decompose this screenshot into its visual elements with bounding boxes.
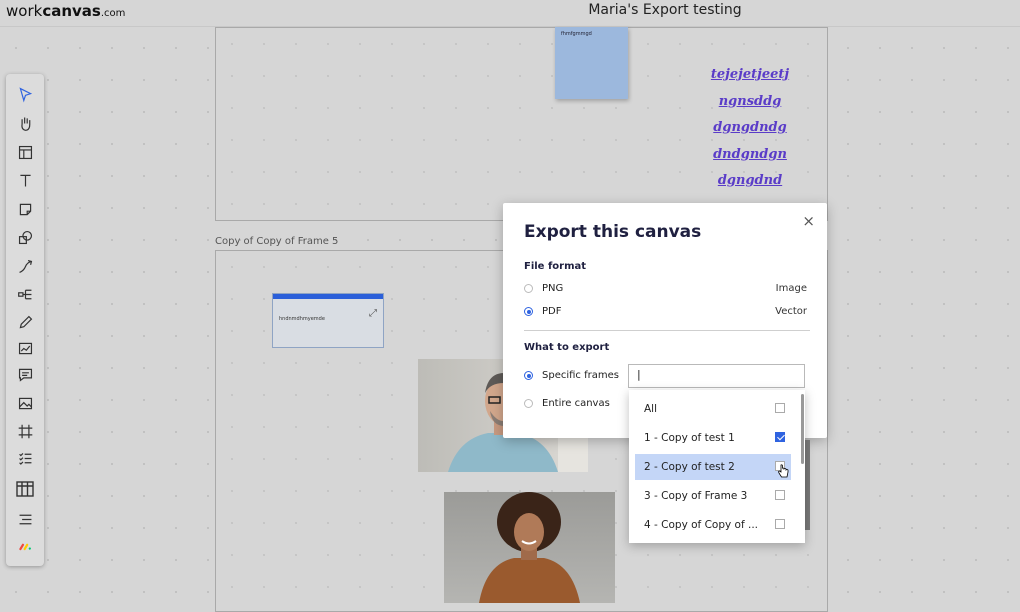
dropdown-item-frame-4[interactable]: 4 - Copy of Copy of ... — [635, 512, 791, 538]
canvas-scrollbar[interactable] — [805, 440, 810, 530]
expand-icon[interactable]: ⤢ — [369, 308, 377, 319]
connector-icon[interactable] — [13, 255, 37, 277]
handwriting-line: dgngdnd — [717, 173, 783, 188]
what-to-export-label: What to export — [524, 342, 610, 353]
frame-template-icon[interactable] — [13, 141, 37, 163]
dropdown-item-label: All — [644, 403, 658, 415]
sticky-note-text: fhmfgmmgd — [561, 31, 592, 37]
png-option[interactable]: PNG — [524, 283, 563, 294]
handwriting-line: tejejetjeetj — [710, 67, 790, 82]
select-icon[interactable] — [13, 83, 37, 105]
chart-icon[interactable] — [13, 337, 37, 359]
dropdown-item-frame-3[interactable]: 3 - Copy of Frame 3 — [635, 483, 791, 509]
png-kind: Image — [775, 283, 807, 294]
close-icon[interactable]: × — [802, 212, 815, 230]
checkbox[interactable] — [775, 519, 785, 529]
specific-frames-radio[interactable] — [524, 371, 533, 380]
logo-part-work: work — [6, 2, 43, 20]
pdf-option[interactable]: PDF — [524, 306, 561, 317]
outline-icon[interactable] — [13, 508, 37, 530]
hand-icon[interactable] — [13, 112, 37, 134]
handwriting-line: dgngdndg — [713, 120, 787, 135]
specific-frames-label: Specific frames — [542, 370, 619, 381]
dropdown-item-label: 4 - Copy of Copy of ... — [644, 519, 759, 531]
dropdown-item-label: 3 - Copy of Frame 3 — [644, 490, 748, 502]
frame-icon[interactable] — [13, 420, 37, 442]
app-logo[interactable]: workcanvas.com — [6, 2, 125, 20]
dropdown-scrollbar[interactable] — [801, 394, 804, 464]
comment-icon[interactable] — [13, 363, 37, 385]
handwriting-line: dndgndgn — [713, 146, 787, 162]
entire-canvas-label: Entire canvas — [542, 398, 610, 409]
png-radio[interactable] — [524, 284, 533, 293]
checkbox-checked[interactable] — [775, 432, 785, 442]
photo-woman[interactable] — [444, 492, 615, 603]
pdf-kind: Vector — [775, 306, 807, 317]
dropdown-item-frame-1[interactable]: 1 - Copy of test 1 — [635, 425, 791, 451]
pen-icon[interactable] — [13, 311, 37, 333]
monday-icon[interactable] — [13, 535, 37, 557]
board-title[interactable]: Maria's Export testing — [560, 2, 770, 18]
png-label: PNG — [542, 283, 564, 294]
frame-label[interactable]: Copy of Copy of Frame 5 — [215, 236, 338, 247]
doc-card[interactable]: hndnmdhmyemde ⤢ — [272, 293, 384, 348]
specific-frames-option[interactable]: Specific frames — [524, 370, 619, 381]
logo-part-domain: .com — [100, 8, 126, 19]
left-toolbar — [6, 74, 44, 566]
entire-canvas-option[interactable]: Entire canvas — [524, 398, 610, 409]
text-icon[interactable] — [13, 169, 37, 191]
hand-pointer-cursor-icon — [778, 464, 789, 478]
pdf-label: PDF — [542, 306, 562, 317]
handwriting-line: ngnsddg — [718, 93, 782, 109]
entire-canvas-radio[interactable] — [524, 399, 533, 408]
pdf-radio[interactable] — [524, 307, 533, 316]
checklist-icon[interactable] — [13, 447, 37, 469]
sticky-note-icon[interactable] — [13, 198, 37, 220]
checkbox[interactable] — [775, 490, 785, 500]
dialog-divider — [524, 330, 810, 331]
shapes-icon[interactable] — [13, 226, 37, 248]
dropdown-item-frame-2[interactable]: 2 - Copy of test 2 — [635, 454, 791, 480]
dropdown-item-label: 1 - Copy of test 1 — [644, 432, 735, 444]
image-icon[interactable] — [13, 392, 37, 414]
table-icon[interactable] — [13, 478, 37, 500]
dialog-title: Export this canvas — [524, 222, 702, 242]
file-format-label: File format — [524, 261, 587, 272]
checkbox[interactable] — [775, 403, 785, 413]
woman-portrait-illustration — [479, 492, 580, 603]
frames-search-input[interactable]: | — [628, 364, 805, 388]
handwriting-text-block[interactable]: tejejetjeetj ngnsddg dgngdndg dndgndgn d… — [695, 62, 805, 195]
dropdown-item-all[interactable]: All — [635, 396, 791, 422]
card-text: hndnmdhmyemde — [279, 316, 325, 322]
dropdown-item-label: 2 - Copy of test 2 — [644, 461, 735, 473]
card-header-bar — [273, 294, 383, 299]
mindmap-icon[interactable] — [13, 283, 37, 305]
logo-part-canvas: canvas — [42, 2, 101, 20]
sticky-note[interactable]: fhmfgmmgd — [555, 27, 628, 99]
top-bar: workcanvas.com Maria's Export testing — [0, 0, 1020, 27]
